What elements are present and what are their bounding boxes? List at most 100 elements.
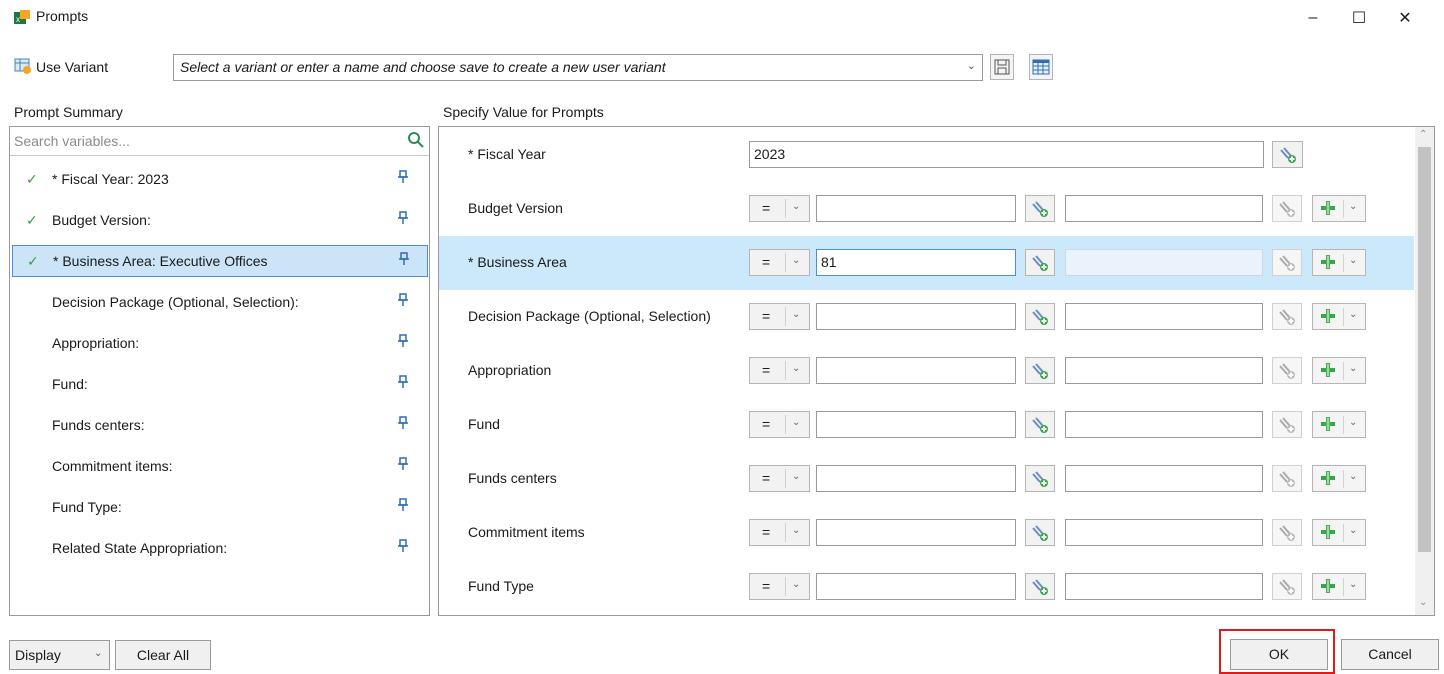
select-values-button[interactable]: [1025, 357, 1055, 384]
maximize-button[interactable]: ☐: [1336, 4, 1382, 32]
select-values-icon: [1279, 524, 1295, 541]
from-value-input[interactable]: [816, 195, 1016, 222]
add-condition-dropdown[interactable]: ⌄: [1312, 357, 1366, 384]
chevron-down-icon: ⌄: [792, 525, 801, 536]
fiscal-year-input[interactable]: 2023: [749, 141, 1264, 168]
summary-item[interactable]: Fund:: [12, 369, 428, 401]
prompt-summary-panel: ✓ * Fiscal Year: 2023 ✓ Budget Version: ✓ * B…: [9, 126, 430, 616]
to-value-input: [1065, 465, 1263, 492]
variant-placeholder: Select a variant or enter a name and cho…: [180, 59, 666, 75]
summary-item[interactable]: Funds centers:: [12, 410, 428, 442]
pin-icon[interactable]: [398, 170, 408, 184]
add-condition-dropdown[interactable]: ⌄: [1312, 519, 1366, 546]
select-values-button[interactable]: [1025, 195, 1055, 222]
manage-variants-button[interactable]: [1029, 54, 1053, 80]
add-condition-dropdown[interactable]: ⌄: [1312, 303, 1366, 330]
select-values-button[interactable]: [1025, 249, 1055, 276]
select-values-button[interactable]: [1025, 573, 1055, 600]
add-condition-dropdown[interactable]: ⌄: [1312, 249, 1366, 276]
prompt-label: Appropriation: [468, 362, 552, 378]
scroll-down-icon[interactable]: ⌄: [1419, 597, 1427, 608]
select-values-icon: [1032, 524, 1048, 541]
select-to-values-button: [1272, 303, 1302, 330]
cancel-button[interactable]: Cancel: [1341, 639, 1439, 670]
pin-icon[interactable]: [399, 252, 409, 266]
vertical-scrollbar[interactable]: ⌃ ⌄: [1415, 127, 1434, 615]
scroll-thumb[interactable]: [1418, 147, 1431, 552]
summary-item[interactable]: ✓ * Fiscal Year: 2023: [12, 164, 428, 196]
from-value-input[interactable]: [816, 303, 1016, 330]
pin-icon[interactable]: [398, 211, 408, 225]
pin-icon[interactable]: [398, 334, 408, 348]
add-condition-dropdown[interactable]: ⌄: [1312, 195, 1366, 222]
select-values-icon: [1032, 308, 1048, 325]
operator-dropdown[interactable]: = ⌄: [749, 465, 810, 492]
pin-icon[interactable]: [398, 293, 408, 307]
summary-item[interactable]: Appropriation:: [12, 328, 428, 360]
scroll-up-icon[interactable]: ⌃: [1419, 129, 1427, 140]
variant-combobox[interactable]: Select a variant or enter a name and cho…: [173, 54, 983, 81]
operator-dropdown[interactable]: = ⌄: [749, 357, 810, 384]
add-condition-dropdown[interactable]: ⌄: [1312, 573, 1366, 600]
prompt-row-fiscal-year: * Fiscal Year 2023: [439, 128, 1414, 182]
green-plus-icon: [1321, 254, 1335, 273]
from-value-input[interactable]: [816, 465, 1016, 492]
minimize-button[interactable]: –: [1290, 4, 1336, 32]
pin-icon[interactable]: [398, 375, 408, 389]
add-condition-dropdown[interactable]: ⌄: [1312, 465, 1366, 492]
search-input[interactable]: [10, 127, 400, 155]
display-label: Display: [15, 647, 61, 663]
select-values-button[interactable]: [1025, 411, 1055, 438]
clear-all-button[interactable]: Clear All: [115, 640, 211, 670]
operator-dropdown[interactable]: = ⌄: [749, 411, 810, 438]
select-values-icon: [1279, 362, 1295, 379]
select-values-button[interactable]: [1025, 519, 1055, 546]
chevron-down-icon: ⌄: [94, 648, 103, 659]
search-icon[interactable]: [407, 131, 425, 149]
from-value-input[interactable]: [816, 519, 1016, 546]
select-values-button[interactable]: [1025, 465, 1055, 492]
select-values-icon: [1032, 578, 1048, 595]
select-values-button[interactable]: [1025, 303, 1055, 330]
select-values-button[interactable]: [1272, 141, 1303, 168]
prompt-label: * Business Area: [468, 254, 567, 270]
summary-item[interactable]: ✓ Budget Version:: [12, 205, 428, 237]
prompt-label: Fund: [468, 416, 500, 432]
select-to-values-button: [1272, 519, 1302, 546]
summary-item[interactable]: Commitment items:: [12, 451, 428, 483]
add-condition-dropdown[interactable]: ⌄: [1312, 411, 1366, 438]
chevron-down-icon: ⌄: [1349, 363, 1358, 374]
divider: [1343, 254, 1344, 272]
operator-dropdown[interactable]: = ⌄: [749, 249, 810, 276]
summary-item[interactable]: Related State Appropriation:: [12, 533, 428, 565]
operator-dropdown[interactable]: = ⌄: [749, 573, 810, 600]
from-value-input[interactable]: 81: [816, 249, 1016, 276]
operator-dropdown[interactable]: = ⌄: [749, 303, 810, 330]
close-button[interactable]: ✕: [1382, 4, 1428, 32]
operator-value: =: [762, 200, 771, 216]
select-values-icon: [1032, 254, 1048, 271]
from-value-input[interactable]: [816, 573, 1016, 600]
summary-item[interactable]: Decision Package (Optional, Selection):: [12, 287, 428, 319]
green-plus-icon: [1321, 578, 1335, 597]
from-value-input[interactable]: [816, 411, 1016, 438]
operator-dropdown[interactable]: = ⌄: [749, 519, 810, 546]
pin-icon[interactable]: [398, 498, 408, 512]
summary-item[interactable]: ✓ * Business Area: Executive Offices: [12, 245, 428, 277]
summary-item[interactable]: Fund Type:: [12, 492, 428, 524]
save-icon: [994, 59, 1010, 75]
pin-icon[interactable]: [398, 539, 408, 553]
specify-values-panel: * Fiscal Year 2023 Budget Version = ⌄ ⌄ * Bu…: [438, 126, 1435, 616]
ok-button[interactable]: OK: [1230, 639, 1328, 670]
save-variant-button[interactable]: [990, 54, 1014, 80]
operator-value: =: [762, 470, 771, 486]
prompts-app-icon: x: [14, 10, 30, 24]
from-value-input[interactable]: [816, 357, 1016, 384]
operator-dropdown[interactable]: = ⌄: [749, 195, 810, 222]
pin-icon[interactable]: [398, 457, 408, 471]
select-values-icon: [1279, 416, 1295, 433]
to-value-input: [1065, 195, 1263, 222]
pin-icon[interactable]: [398, 416, 408, 430]
display-dropdown[interactable]: Display ⌄: [9, 640, 110, 670]
to-value-input: [1065, 573, 1263, 600]
